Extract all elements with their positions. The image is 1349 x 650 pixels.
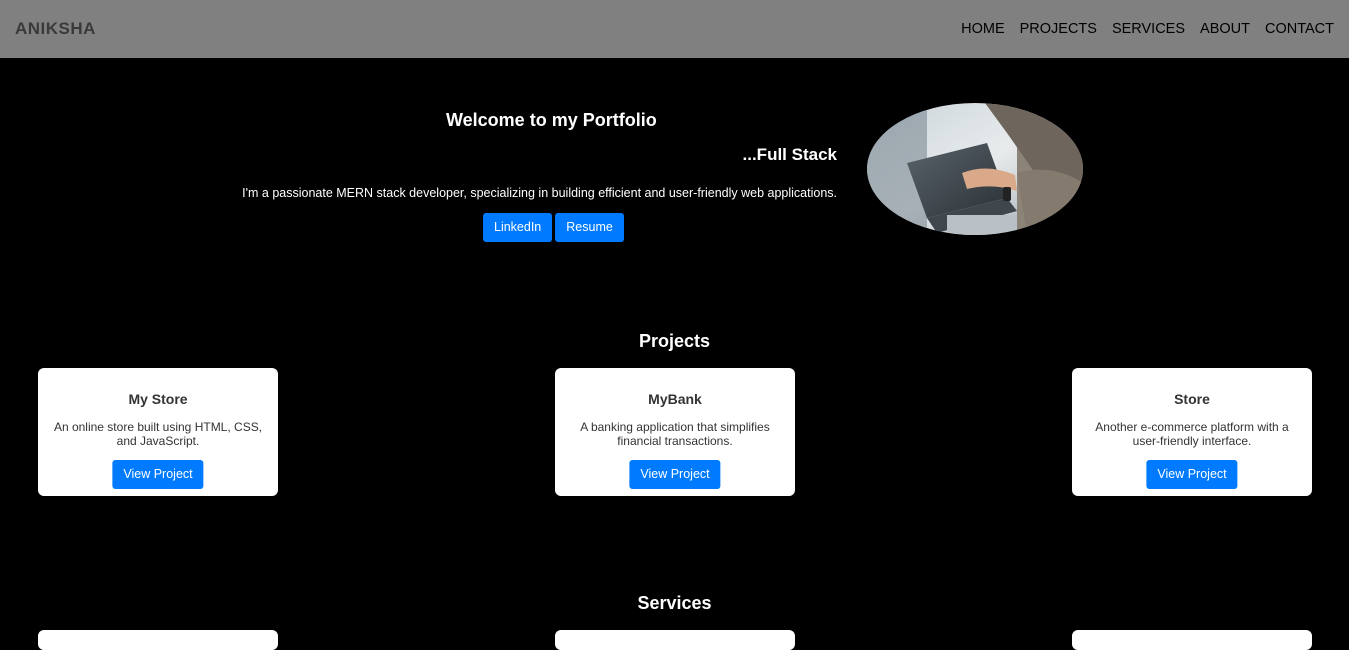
- project-card-mystore: My Store An online store built using HTM…: [38, 368, 278, 496]
- project-title: My Store: [128, 391, 188, 407]
- profile-photo: [867, 103, 1083, 235]
- project-description: Another e-commerce platform with a user-…: [1095, 420, 1289, 448]
- service-card: [38, 630, 278, 650]
- project-title: MyBank: [648, 391, 702, 407]
- project-description: An online store built using HTML, CSS, a…: [53, 420, 263, 448]
- hero-title: Welcome to my Portfolio: [446, 110, 657, 130]
- nav-contact[interactable]: CONTACT: [1265, 21, 1334, 37]
- service-card: [1072, 630, 1312, 650]
- nav-about[interactable]: ABOUT: [1200, 21, 1250, 37]
- view-project-button[interactable]: View Project: [629, 460, 721, 489]
- view-project-button[interactable]: View Project: [112, 460, 204, 489]
- project-title: Store: [1174, 391, 1210, 407]
- hero-description: I'm a passionate MERN stack developer, s…: [242, 186, 837, 200]
- brand-logo[interactable]: ANIKSHA: [15, 19, 96, 39]
- top-navbar: ANIKSHA HOME PROJECTS SERVICES ABOUT CON…: [0, 0, 1349, 58]
- projects-heading: Projects: [638, 331, 711, 351]
- services-heading: Services: [637, 593, 712, 613]
- nav-home[interactable]: HOME: [961, 21, 1005, 37]
- project-card-mybank: MyBank A banking application that simpli…: [555, 368, 795, 496]
- hero-buttons: LinkedIn Resume: [483, 213, 624, 242]
- resume-button[interactable]: Resume: [555, 213, 624, 242]
- linkedin-button[interactable]: LinkedIn: [483, 213, 553, 242]
- nav-services[interactable]: SERVICES: [1112, 21, 1185, 37]
- view-project-button[interactable]: View Project: [1146, 460, 1238, 489]
- project-card-store: Store Another e-commerce platform with a…: [1072, 368, 1312, 496]
- project-description: A banking application that simplifies fi…: [580, 420, 770, 448]
- nav-links: HOME PROJECTS SERVICES ABOUT CONTACT: [946, 21, 1334, 37]
- hero-role-text: ...Full Stack: [742, 145, 837, 164]
- nav-projects[interactable]: PROJECTS: [1020, 21, 1097, 37]
- service-card: [555, 630, 795, 650]
